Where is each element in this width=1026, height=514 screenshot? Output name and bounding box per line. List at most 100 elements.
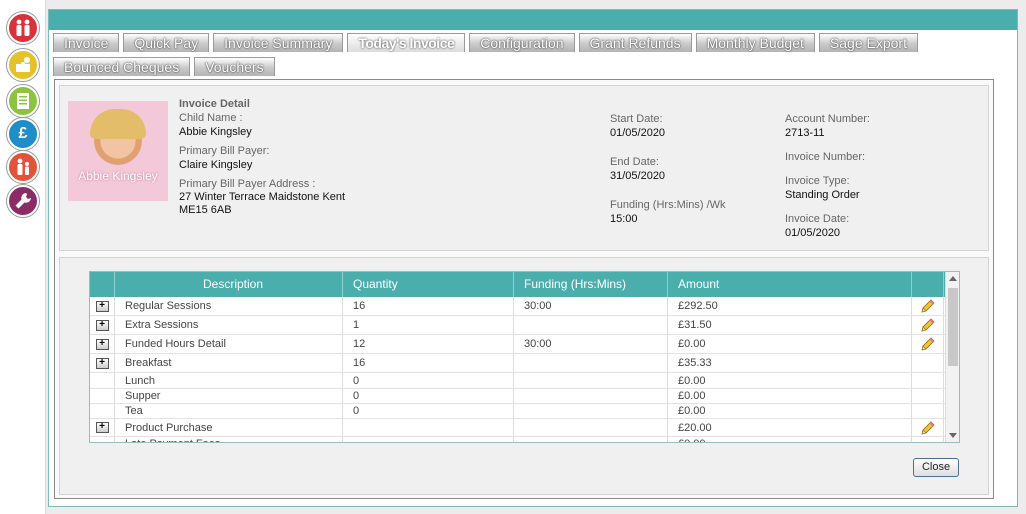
cell-funding [514, 316, 668, 334]
table-row[interactable]: Late Payment Fees £0.00 [90, 437, 959, 442]
column-header-amount[interactable]: Amount [668, 272, 912, 297]
tab-today-s-invoice[interactable]: Today's Invoice [347, 33, 466, 52]
edit-cell [912, 437, 944, 442]
cell-quantity: 1 [343, 316, 514, 334]
invoice-date-value: 01/05/2020 [785, 227, 841, 239]
end-date-value: 31/05/2020 [610, 170, 666, 182]
document-list-icon[interactable] [7, 85, 39, 117]
family-icon[interactable] [7, 12, 39, 44]
people-icon[interactable] [7, 151, 39, 183]
pencil-edit-icon[interactable] [920, 317, 936, 333]
tab-invoice[interactable]: Invoice [53, 33, 120, 52]
edit-cell [912, 297, 944, 315]
tab-strip: Invoice Quick Pay Invoice Summary Today's I… [53, 33, 1013, 81]
pencil-edit-icon[interactable] [920, 298, 936, 314]
table-row[interactable]: Tea 0 £0.00 [90, 404, 959, 419]
tab-vouchers[interactable]: Vouchers [194, 57, 275, 76]
child-name-label: Child Name : [179, 112, 243, 124]
table-row[interactable]: + Regular Sessions 16 30:00 £292.50 [90, 297, 959, 316]
cell-funding [514, 437, 668, 442]
tab-invoice-summary[interactable]: Invoice Summary [213, 33, 344, 52]
invoice-date-label: Invoice Date: [785, 213, 850, 225]
tab-sage-export[interactable]: Sage Export [818, 33, 918, 52]
edit-cell [912, 373, 944, 388]
child-photo: Abbie Kingsley [68, 101, 168, 201]
start-date-label: Start Date: [610, 113, 663, 125]
column-header-description[interactable]: Description [115, 272, 343, 297]
bill-payer-label: Primary Bill Payer: [179, 145, 270, 157]
cell-description: Tea [115, 404, 343, 418]
expand-plus-icon[interactable]: + [95, 319, 109, 331]
expand-plus-icon[interactable]: + [95, 422, 109, 433]
cell-quantity: 0 [343, 389, 514, 403]
tab-bounced-cheques[interactable]: Bounced Cheques [53, 57, 191, 76]
account-number-value: 2713-11 [785, 127, 825, 139]
table-row[interactable]: + Extra Sessions 1 £31.50 [90, 316, 959, 335]
close-button[interactable]: Close [913, 458, 959, 477]
wrench-icon[interactable] [7, 185, 39, 217]
edit-cell [912, 335, 944, 353]
table-row[interactable]: Lunch 0 £0.00 [90, 373, 959, 389]
child-name-value: Abbie Kingsley [179, 126, 252, 138]
invoice-number-label: Invoice Number: [785, 151, 866, 163]
end-date-label: End Date: [610, 156, 659, 168]
puzzle-icon[interactable] [7, 49, 39, 81]
cell-quantity: 12 [343, 335, 514, 353]
cell-funding: 30:00 [514, 297, 668, 315]
table-row[interactable]: Supper 0 £0.00 [90, 389, 959, 404]
cell-amount: £31.50 [668, 316, 912, 334]
cell-description: Regular Sessions [115, 297, 343, 315]
cell-funding [514, 373, 668, 388]
invoice-type-value: Standing Order [785, 189, 860, 201]
bill-payer-value: Claire Kingsley [179, 159, 253, 171]
table-row[interactable]: + Breakfast 16 £35.33 [90, 354, 959, 373]
cell-amount: £20.00 [668, 419, 912, 436]
edit-cell [912, 404, 944, 418]
tab-monthly-budget[interactable]: Monthly Budget [695, 33, 815, 52]
cell-quantity [343, 437, 514, 442]
pencil-edit-icon[interactable] [920, 336, 936, 352]
tab-grant-refunds[interactable]: Grant Refunds [578, 33, 692, 52]
cell-quantity [343, 419, 514, 436]
cell-funding [514, 354, 668, 372]
address-label: Primary Bill Payer Address : [179, 178, 316, 190]
left-sidebar: £ [0, 0, 46, 514]
scroll-thumb[interactable] [948, 288, 958, 366]
expand-plus-icon[interactable]: + [95, 300, 109, 312]
expand-cell [90, 373, 115, 388]
invoice-detail-section: Abbie Kingsley Invoice Detail Child Name… [59, 85, 989, 251]
table-header: Description Quantity Funding (Hrs:Mins) … [90, 272, 959, 297]
tab-configuration[interactable]: Configuration [469, 33, 575, 52]
edit-column-header [912, 272, 944, 297]
tab-quick-pay[interactable]: Quick Pay [123, 33, 210, 52]
cell-description: Extra Sessions [115, 316, 343, 334]
window-title-bar [49, 10, 1017, 30]
cell-amount: £292.50 [668, 297, 912, 315]
invoice-type-label: Invoice Type: [785, 175, 850, 187]
table-row[interactable]: + Funded Hours Detail 12 30:00 £0.00 [90, 335, 959, 354]
pencil-edit-icon[interactable] [920, 420, 936, 436]
tab-row-primary: Invoice Quick Pay Invoice Summary Today's I… [53, 33, 1013, 53]
expand-plus-icon[interactable]: + [95, 357, 109, 369]
cell-description: Product Purchase [115, 419, 343, 436]
column-header-funding[interactable]: Funding (Hrs:Mins) [514, 272, 668, 297]
expand-cell [90, 404, 115, 418]
cell-description: Lunch [115, 373, 343, 388]
expand-cell: + [90, 316, 115, 334]
pound-icon[interactable]: £ [7, 118, 39, 150]
column-header-quantity[interactable]: Quantity [343, 272, 514, 297]
expand-cell: + [90, 419, 115, 436]
table-scrollbar[interactable] [945, 272, 959, 442]
cell-funding [514, 389, 668, 403]
expand-cell: + [90, 335, 115, 353]
cell-amount: £35.33 [668, 354, 912, 372]
address-line-1: 27 Winter Terrace Maidstone Kent [179, 191, 346, 203]
cell-description: Supper [115, 389, 343, 403]
edit-cell [912, 354, 944, 372]
scroll-down-arrow-icon[interactable] [949, 433, 957, 438]
table-row[interactable]: + Product Purchase £20.00 [90, 419, 959, 437]
cell-quantity: 0 [343, 404, 514, 418]
scroll-up-arrow-icon[interactable] [949, 276, 957, 281]
edit-cell [912, 419, 944, 436]
expand-plus-icon[interactable]: + [95, 338, 109, 350]
